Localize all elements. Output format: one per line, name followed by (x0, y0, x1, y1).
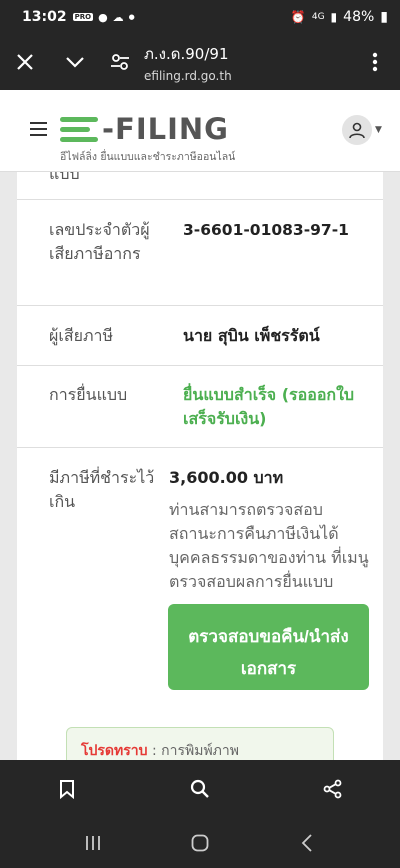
site-settings-button[interactable] (100, 34, 140, 90)
cloud-icon: ☁ (112, 10, 124, 24)
logo-text: -FILING (102, 112, 229, 146)
signal-icon: ▮ (330, 10, 338, 24)
detail-row-refund: มีภาษีที่ชำระไว้เกิน 3,600.00 บาท ท่านสา… (17, 448, 383, 760)
recent-apps-button[interactable] (63, 818, 123, 868)
logo-subtitle: อีไฟล์ลิ่ง ยื่นแบบและชำระภาษีออนไลน์ (60, 151, 236, 163)
network-icon: 4G (311, 12, 325, 22)
tax-id-value: 3-6601-01083-97-1 (183, 221, 349, 239)
tune-icon (111, 54, 129, 70)
refund-note: ท่านสามารถตรวจสอบสถานะการคืนภาษีเงินได้บ… (169, 500, 369, 591)
dot-icon: ● (128, 13, 135, 21)
search-button[interactable] (170, 760, 230, 818)
detail-row-filing: การยื่นแบบ ยื่นแบบสำเร็จ (รอออกใบเสร็จรั… (17, 366, 383, 448)
filing-label: การยื่นแบบ (49, 385, 128, 404)
filing-result-card: แบบ เลขประจำตัวผู้เสียภาษีอากร 3-6601-01… (17, 172, 383, 760)
more-vert-icon (372, 52, 378, 72)
detail-row-tax-id: เลขประจำตัวผู้เสียภาษีอากร 3-6601-01083-… (17, 200, 383, 306)
menu-button[interactable] (350, 34, 400, 90)
message-icon: ● (98, 10, 108, 24)
browser-bar: ภ.ง.ด.90/91 efiling.rd.go.th (0, 34, 400, 90)
refund-label: มีภาษีที่ชำระไว้เกิน (49, 468, 155, 511)
page: 13:02 PRO ● ☁ ● ⏰ 4G ▮ 48% ▮ ภ.ง.ด.90/91… (0, 0, 400, 868)
status-right: ⏰ 4G ▮ 48% ▮ (291, 9, 388, 25)
page-domain: efiling.rd.go.th (144, 68, 232, 83)
home-icon (191, 834, 209, 852)
taxpayer-value: นาย สุบิน เพ็ชรรัตน์ (183, 325, 320, 345)
user-menu[interactable]: ▼ (342, 114, 382, 146)
notice-text: : การพิมพ์ภาพ (147, 743, 239, 759)
back-button[interactable] (277, 818, 337, 868)
system-nav-bar (0, 818, 400, 868)
form-label: แบบ (49, 172, 80, 183)
url-display[interactable]: ภ.ง.ด.90/91 efiling.rd.go.th (140, 42, 350, 83)
chevron-down-icon (66, 57, 84, 68)
refund-amount: 3,600.00 บาท (169, 468, 284, 487)
close-icon (17, 54, 33, 70)
notice-alert: โปรดทราบ : การพิมพ์ภาพ (66, 727, 334, 760)
avatar (342, 115, 372, 145)
status-time: 13:02 (22, 9, 67, 25)
expand-button[interactable] (50, 34, 100, 90)
status-bar: 13:02 PRO ● ☁ ● ⏰ 4G ▮ 48% ▮ (0, 0, 400, 34)
person-icon (349, 122, 365, 139)
notification-icons: PRO ● ☁ ● (72, 10, 135, 24)
detail-row-taxpayer: ผู้เสียภาษี นาย สุบิน เพ็ชรรัตน์ (17, 306, 383, 366)
site-header: -FILING อีไฟล์ลิ่ง ยื่นแบบและชำระภาษีออน… (0, 90, 400, 172)
alarm-icon: ⏰ (290, 10, 306, 24)
page-title: ภ.ง.ด.90/91 (144, 44, 229, 63)
efiling-logo[interactable]: -FILING อีไฟล์ลิ่ง ยื่นแบบและชำระภาษีออน… (60, 112, 260, 163)
filing-status-value: ยื่นแบบสำเร็จ (รอออกใบเสร็จรับเงิน) (183, 385, 355, 428)
battery-percent: 48% (343, 9, 375, 25)
taxpayer-label: ผู้เสียภาษี (49, 325, 114, 345)
home-button[interactable] (170, 818, 230, 868)
close-tab-button[interactable] (0, 34, 50, 90)
main-content: แบบ เลขประจำตัวผู้เสียภาษีอากร 3-6601-01… (0, 172, 400, 760)
check-refund-button[interactable]: ตรวจสอบขอคืน/นำส่งเอกสาร (168, 604, 369, 690)
recent-apps-icon (86, 836, 101, 850)
bookmark-icon (59, 780, 74, 799)
share-icon (323, 779, 342, 799)
hamburger-menu-icon[interactable] (30, 122, 47, 136)
detail-row: แบบ (17, 172, 383, 200)
notice-warning-word: โปรดทราบ (81, 743, 148, 759)
app-notification-icon: PRO (72, 13, 94, 21)
browser-toolbar (0, 760, 400, 818)
logo-e-icon (60, 114, 98, 144)
tax-id-label: เลขประจำตัวผู้เสียภาษีอากร (49, 220, 150, 263)
search-icon (190, 779, 209, 798)
caret-down-icon: ▼ (375, 125, 382, 135)
back-icon (301, 834, 312, 852)
bookmark-button[interactable] (37, 760, 97, 818)
share-button[interactable] (303, 760, 363, 818)
battery-icon: ▮ (380, 9, 388, 25)
